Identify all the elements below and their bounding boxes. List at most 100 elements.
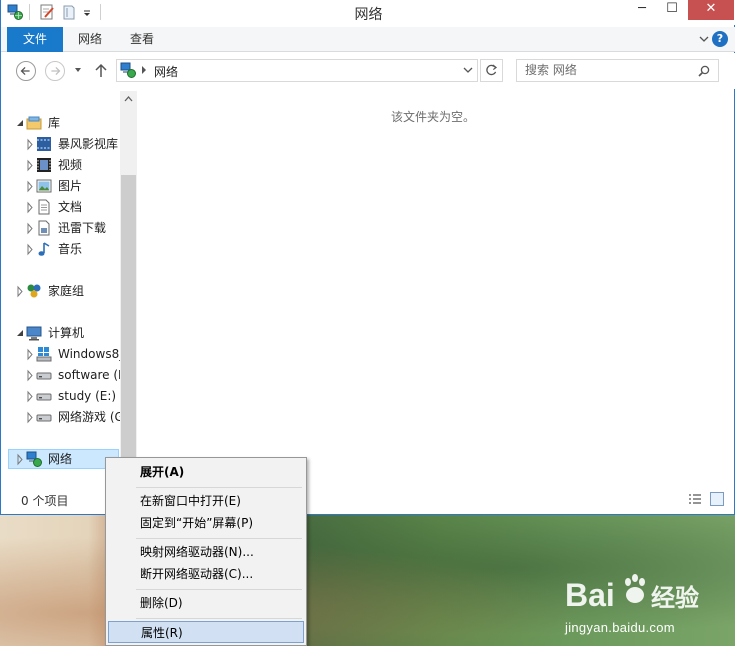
menu-item-map-network-drive[interactable]: 映射网络驱动器(N)...: [108, 541, 304, 563]
menu-separator: [136, 618, 302, 619]
download-icon: [38, 220, 50, 236]
baidu-jingyan-logo: Bai 经验: [565, 574, 699, 613]
minimize-button[interactable]: ─: [628, 0, 656, 20]
collapsed-arrow-icon[interactable]: [15, 449, 25, 470]
computer-icon: [26, 326, 42, 341]
maximize-button[interactable]: ☐: [658, 0, 686, 20]
tree-item-computer[interactable]: 计算机: [1, 323, 119, 344]
expanded-arrow-icon[interactable]: [15, 113, 25, 134]
chevron-down-icon[interactable]: [698, 33, 710, 45]
menu-separator: [136, 538, 302, 539]
tree-item-drive-e[interactable]: study (E:): [1, 386, 119, 407]
library-icon: [26, 116, 42, 130]
menu-item-properties[interactable]: 属性(R): [108, 621, 304, 643]
tree-item-label: 暴风影视库: [58, 137, 119, 151]
tree-item-drive-g[interactable]: 网络游戏 (G: [1, 407, 124, 428]
item-count: 0 个项目: [21, 494, 69, 508]
collapsed-arrow-icon[interactable]: [25, 407, 35, 428]
music-icon: [38, 242, 50, 256]
context-menu: 展开(A) 在新窗口中打开(E) 固定到“开始”屏幕(P) 映射网络驱动器(N)…: [105, 457, 307, 646]
drive-icon: [36, 414, 52, 422]
tree-item-label: study (E:): [58, 389, 117, 403]
collapsed-arrow-icon[interactable]: [25, 239, 35, 260]
collapsed-arrow-icon[interactable]: [25, 176, 35, 197]
help-icon[interactable]: ?: [712, 31, 728, 47]
tree-item-label: 库: [48, 116, 61, 130]
documents-icon: [38, 199, 50, 215]
network-icon: [26, 451, 42, 467]
tree-item-downloads[interactable]: 迅雷下载: [1, 218, 119, 239]
collapsed-arrow-icon[interactable]: [15, 281, 25, 302]
breadcrumb-separator-icon[interactable]: [141, 65, 147, 75]
tree-item-homegroup[interactable]: 家庭组: [1, 281, 119, 302]
windows-drive-icon: [36, 347, 52, 362]
back-button[interactable]: [16, 61, 36, 81]
title-bar: 网络 ─ ☐ ✕: [1, 0, 735, 25]
tree-item-label: 文档: [58, 200, 83, 214]
menu-item-disconnect-network-drive[interactable]: 断开网络驱动器(C)...: [108, 563, 304, 585]
collapsed-arrow-icon[interactable]: [25, 344, 35, 365]
tab-file[interactable]: 文件: [7, 27, 63, 52]
watermark-brand-right: 经验: [651, 584, 699, 612]
menu-item-expand[interactable]: 展开(A): [108, 461, 304, 483]
collapsed-arrow-icon[interactable]: [25, 197, 35, 218]
tree-item-label: Windows8_: [58, 347, 126, 361]
scrollbar-thumb[interactable]: [121, 175, 136, 465]
navigation-pane-scrollbar[interactable]: [120, 91, 137, 471]
tree-item-network[interactable]: 网络: [1, 449, 119, 470]
tree-item-label: 家庭组: [48, 284, 85, 298]
chevron-down-icon[interactable]: [463, 66, 473, 74]
tree-item-label: 网络: [48, 452, 73, 466]
watermark-url: jingyan.baidu.com: [565, 620, 675, 635]
navigation-bar: 网络: [1, 53, 735, 89]
details-view-icon[interactable]: [688, 493, 702, 505]
expanded-arrow-icon[interactable]: [15, 323, 25, 344]
drive-icon: [36, 393, 52, 401]
close-button[interactable]: ✕: [688, 0, 734, 20]
scroll-up-icon[interactable]: [124, 96, 133, 102]
forward-button[interactable]: [45, 61, 65, 81]
tab-view[interactable]: 查看: [119, 27, 165, 52]
menu-separator: [136, 487, 302, 488]
menu-separator: [136, 589, 302, 590]
menu-item-pin-to-start[interactable]: 固定到“开始”屏幕(P): [108, 512, 304, 534]
collapsed-arrow-icon[interactable]: [25, 155, 35, 176]
network-icon: [120, 62, 136, 78]
search-box: [516, 59, 719, 82]
file-list[interactable]: 该文件夹为空。: [137, 91, 729, 487]
collapsed-arrow-icon[interactable]: [25, 386, 35, 407]
refresh-button[interactable]: [480, 59, 503, 82]
address-bar[interactable]: 网络: [116, 59, 478, 82]
search-input[interactable]: [525, 63, 695, 77]
large-icons-view-icon[interactable]: [710, 492, 724, 506]
tree-item-windows-drive[interactable]: Windows8_: [1, 344, 125, 365]
navigation-pane: 库 暴风影视库 视频 图片 文档 迅雷下载 音乐 家庭组 计算机 Windows…: [1, 91, 137, 471]
tree-item-videos[interactable]: 视频: [1, 155, 119, 176]
video-icon: [37, 158, 51, 172]
tree-item-label: 图片: [58, 179, 83, 193]
drive-icon: [36, 372, 52, 380]
tree-item-label: 迅雷下载: [58, 221, 107, 235]
collapsed-arrow-icon[interactable]: [25, 365, 35, 386]
tree-item-label: software (D: [58, 368, 128, 382]
search-icon[interactable]: [698, 65, 710, 77]
watermark-brand-left: Bai: [565, 577, 615, 613]
tree-item-video-library[interactable]: 暴风影视库: [1, 134, 119, 155]
tree-item-label: 视频: [58, 158, 83, 172]
breadcrumb[interactable]: 网络: [154, 63, 178, 80]
collapsed-arrow-icon[interactable]: [25, 134, 35, 155]
tree-item-drive-d[interactable]: software (D: [1, 365, 127, 386]
recent-locations-icon[interactable]: [73, 65, 83, 75]
up-arrow-icon[interactable]: [94, 62, 108, 78]
collapsed-arrow-icon[interactable]: [25, 218, 35, 239]
window-title: 网络: [354, 7, 383, 23]
tree-item-documents[interactable]: 文档: [1, 197, 119, 218]
tab-network[interactable]: 网络: [67, 27, 113, 52]
tree-item-library[interactable]: 库: [1, 113, 119, 134]
menu-item-open-new-window[interactable]: 在新窗口中打开(E): [108, 490, 304, 512]
tree-item-pictures[interactable]: 图片: [1, 176, 119, 197]
tree-item-music[interactable]: 音乐: [1, 239, 119, 260]
menu-item-delete[interactable]: 删除(D): [108, 592, 304, 614]
homegroup-icon: [27, 284, 41, 298]
explorer-window: 网络 ─ ☐ ✕ 文件 网络 查看 ? 网络 搜索 网络 库 暴风影视库 视频 …: [0, 0, 735, 515]
